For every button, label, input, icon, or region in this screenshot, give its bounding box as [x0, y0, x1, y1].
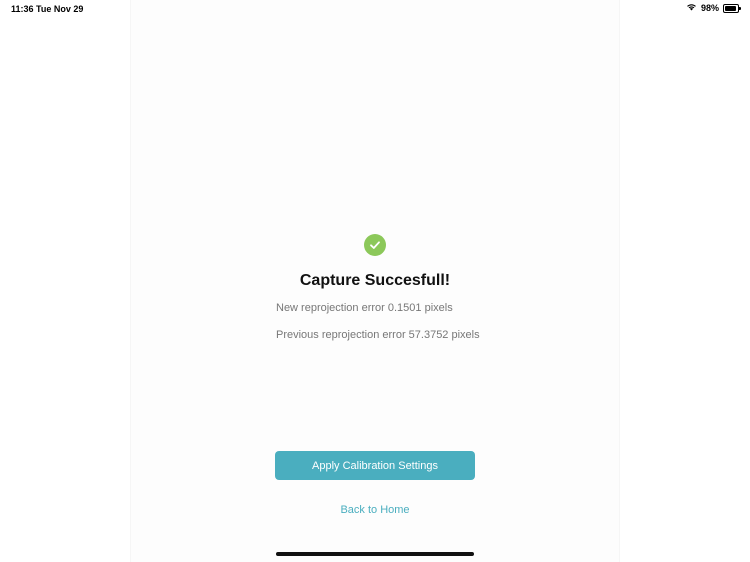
- result-title: Capture Succesfull!: [299, 272, 451, 289]
- new-reprojection-error: New reprojection error 0.1501 pixels: [276, 302, 453, 314]
- battery-percent: 98%: [700, 3, 719, 13]
- home-indicator[interactable]: [276, 552, 474, 556]
- check-circle-icon: [364, 234, 386, 256]
- status-indicators: 98%: [686, 3, 741, 13]
- back-to-home-link[interactable]: Back to Home: [0, 504, 750, 516]
- wifi-icon: [686, 3, 697, 13]
- status-time: 11:36: [11, 4, 34, 14]
- status-bar: 11:36 Tue Nov 29 98%: [0, 0, 750, 18]
- status-date: Tue Nov 29: [36, 4, 84, 14]
- screen: 11:36 Tue Nov 29 98% Capture Succesfull!…: [0, 0, 750, 562]
- previous-reprojection-error: Previous reprojection error 57.3752 pixe…: [276, 329, 480, 341]
- apply-calibration-button[interactable]: Apply Calibration Settings: [275, 451, 475, 480]
- battery-icon: [723, 3, 741, 13]
